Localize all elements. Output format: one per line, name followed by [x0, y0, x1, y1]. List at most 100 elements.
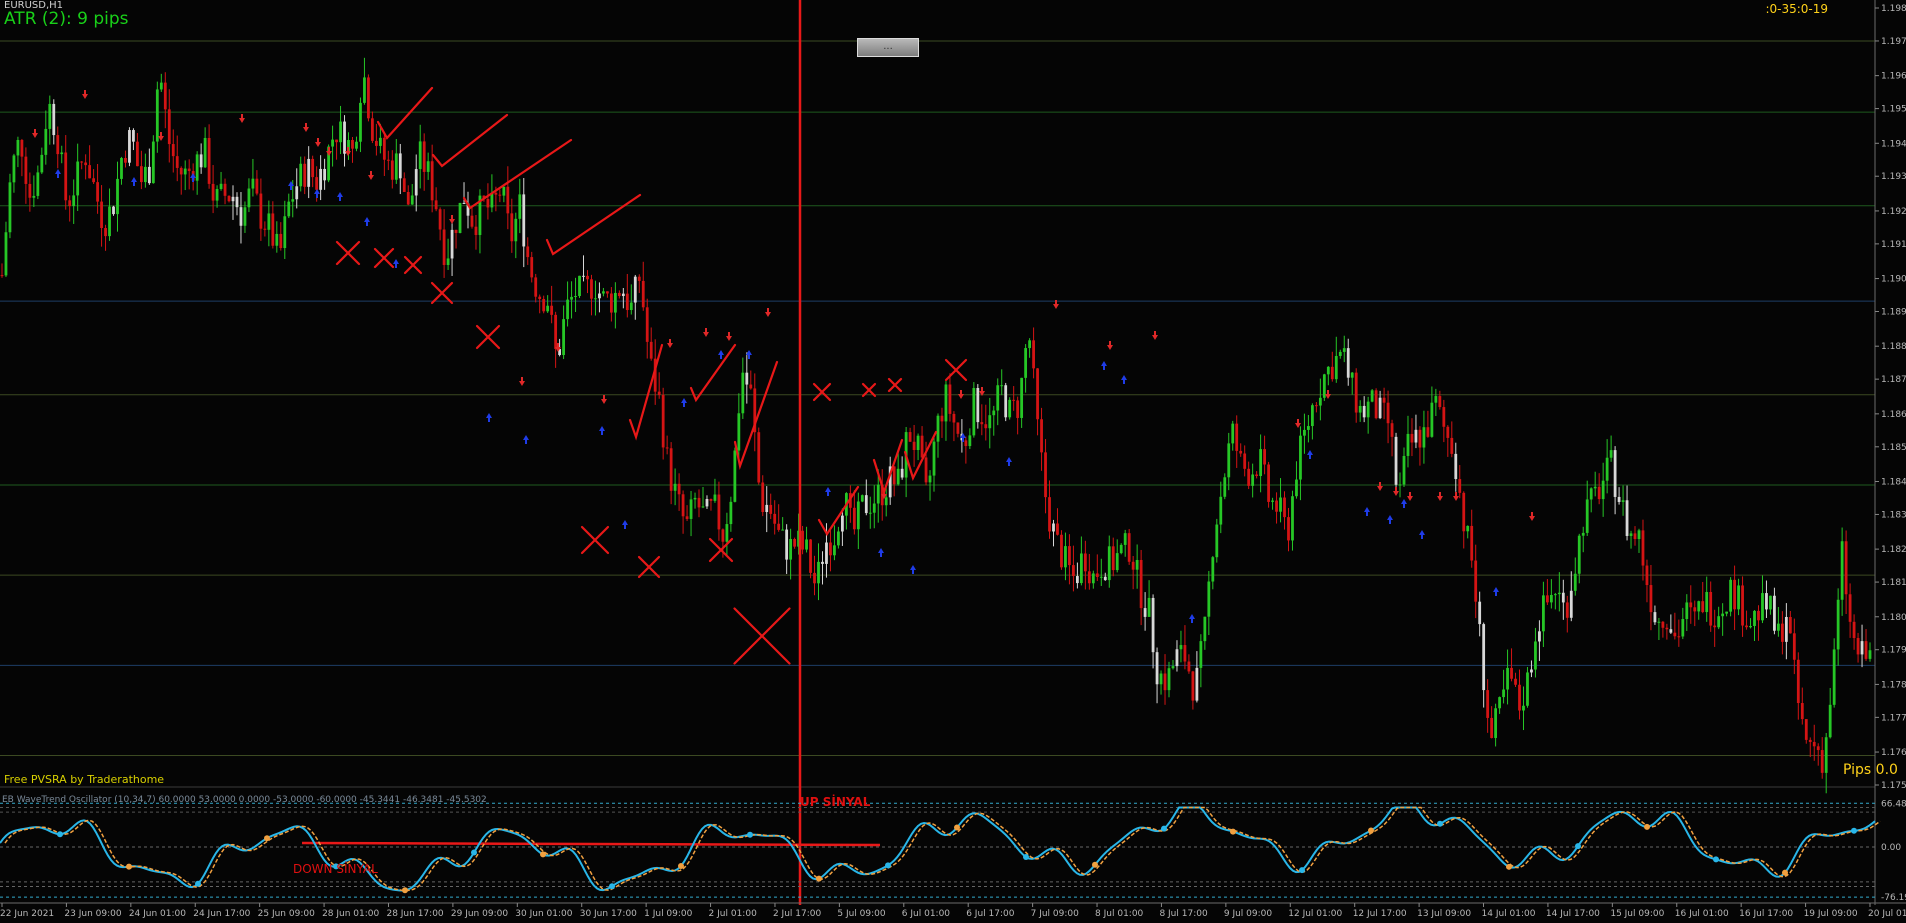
candle-body	[1358, 405, 1362, 413]
candle-body	[586, 275, 589, 280]
sell-arrow-icon	[519, 377, 525, 386]
candle-body	[1749, 626, 1752, 628]
cross-mark	[373, 247, 395, 269]
candle-body	[363, 77, 366, 103]
candle-body	[1669, 629, 1673, 633]
time-tick-label: 20 Jul 01:00	[1868, 909, 1906, 919]
candle-body	[32, 195, 36, 198]
candle-body	[613, 292, 617, 313]
candle-body	[422, 141, 426, 172]
candle-body	[498, 194, 502, 196]
candle-body	[92, 178, 95, 183]
candle-body	[1243, 453, 1247, 469]
sell-arrow-icon	[726, 332, 732, 341]
candle-body	[1665, 627, 1669, 630]
candle-body	[1637, 530, 1641, 540]
candle-body	[1542, 595, 1545, 632]
wavetrend-cross-dot	[747, 831, 753, 838]
candle-body	[781, 529, 785, 531]
candle-body	[1673, 632, 1677, 637]
pvsra-label: Free PVSRA by Traderathome	[4, 773, 165, 786]
candle-body	[1629, 533, 1633, 536]
candle-body	[155, 89, 159, 142]
price-chart[interactable]: 1.19820 1.19725 1.19625 1.19530 1.19430 1.193…	[0, 0, 1906, 919]
candle-body	[1713, 625, 1717, 628]
candle-body	[1605, 457, 1609, 481]
candle-body	[829, 542, 832, 556]
candle-body	[1012, 399, 1016, 401]
candle-body	[1386, 402, 1390, 424]
candle-body	[287, 201, 291, 217]
candle-body	[1561, 592, 1565, 603]
candle-body	[1482, 624, 1486, 691]
candle-body	[450, 229, 454, 259]
candle-body	[410, 195, 414, 205]
candle-body	[1717, 616, 1721, 628]
candle-body	[1824, 737, 1828, 773]
price-tick-label: 1.19820	[1881, 4, 1906, 14]
candle-body	[673, 483, 677, 491]
candle-body	[1410, 433, 1414, 443]
wavetrend-cross-dot	[540, 851, 546, 858]
candle-body	[1195, 667, 1199, 701]
candle-body	[952, 413, 956, 423]
time-tick-label: 13 Jul 09:00	[1417, 909, 1471, 919]
candle-body	[908, 432, 912, 442]
candle-body	[96, 182, 99, 202]
candle-body	[1307, 426, 1310, 430]
cross-mark	[475, 324, 501, 350]
candle-body	[1725, 611, 1729, 614]
candle-body	[976, 388, 980, 423]
sell-arrow-icon	[1437, 492, 1443, 501]
candle-body	[1808, 739, 1812, 742]
candle-body	[1083, 553, 1087, 572]
candle-body	[247, 188, 251, 208]
candle-body	[685, 516, 689, 519]
candle-body	[629, 302, 633, 311]
oscillator-panel: 66.4856 0.00 -76.1966	[0, 799, 1906, 903]
candle-body	[1458, 479, 1462, 493]
candle-body	[669, 448, 673, 491]
chart-area[interactable]: 1.19820 1.19725 1.19625 1.19530 1.19430 1.193…	[0, 0, 1906, 919]
candle-body	[1693, 607, 1697, 612]
candle-body	[916, 435, 920, 451]
time-tick-label: 6 Jul 01:00	[902, 909, 951, 919]
candle-body	[1812, 741, 1816, 747]
candle-body	[1418, 429, 1422, 448]
candle-body	[227, 195, 231, 202]
candle-body	[1219, 496, 1223, 525]
candle-body	[876, 484, 880, 504]
candle-body	[1235, 423, 1239, 451]
candle-body	[1191, 671, 1195, 701]
sell-arrow-icon	[158, 132, 164, 141]
cross-mark	[403, 255, 423, 275]
wavetrend-cross-dot	[885, 862, 891, 869]
candle-body	[1303, 429, 1306, 436]
candle-body	[1279, 497, 1282, 512]
sell-arrow-icon	[765, 308, 771, 317]
candle-body	[789, 538, 793, 560]
candle-body	[454, 229, 458, 233]
candle-body	[777, 523, 781, 530]
time-tick-label: 8 Jul 17:00	[1159, 909, 1208, 919]
candle-body	[1151, 597, 1155, 653]
candle-body	[1354, 372, 1358, 413]
sell-arrow-icon	[368, 171, 374, 180]
candle-body	[852, 507, 856, 530]
chart-button[interactable]: ...	[857, 38, 919, 57]
candle-body	[1072, 565, 1075, 577]
candle-body	[124, 157, 127, 163]
candle-body	[968, 435, 972, 447]
candle-body	[1255, 474, 1259, 477]
candle-body	[84, 162, 88, 166]
candle-body	[1800, 703, 1804, 720]
candle-body	[665, 447, 669, 449]
time-tick-label: 8 Jul 01:00	[1095, 909, 1144, 919]
sell-arrow-icon	[667, 339, 673, 348]
buy-arrow-icon	[878, 548, 884, 557]
candle-body	[231, 196, 235, 202]
candle-body	[1406, 433, 1410, 456]
buy-arrow-icon	[190, 173, 196, 182]
time-tick-label: 29 Jun 09:00	[451, 909, 508, 919]
candle-body	[1211, 557, 1215, 582]
